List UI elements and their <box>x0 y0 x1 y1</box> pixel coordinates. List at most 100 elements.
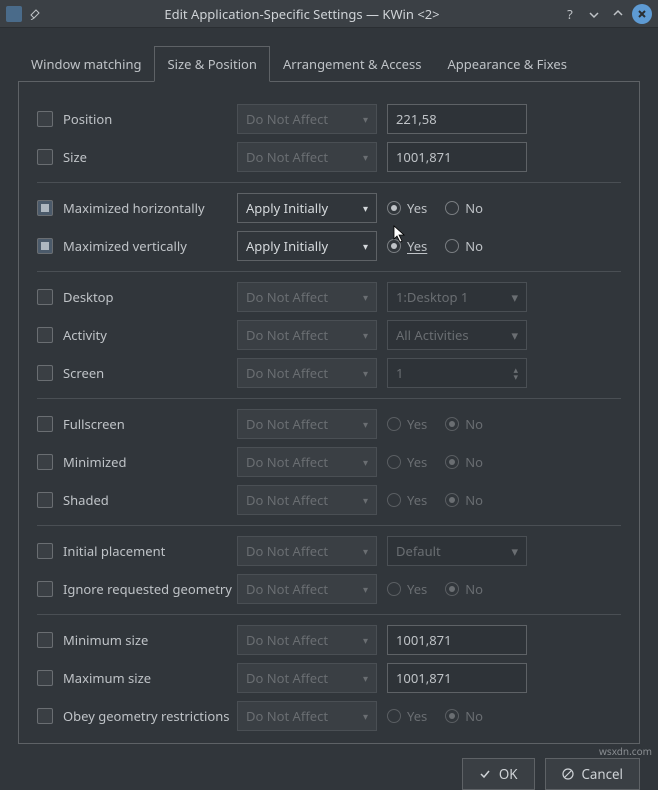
close-button[interactable] <box>632 4 652 24</box>
max-size-mode-select[interactable]: Do Not Affect▾ <box>237 663 377 693</box>
size-mode-select[interactable]: Do Not Affect▾ <box>237 142 377 172</box>
chevron-down-icon: ▾ <box>363 201 368 215</box>
row-shaded: Shaded Do Not Affect▾ Yes No <box>37 481 621 519</box>
cancel-button[interactable]: Cancel <box>545 758 641 790</box>
max-v-checkbox[interactable] <box>37 238 53 254</box>
chevron-down-icon: ▾ <box>363 239 368 253</box>
window-title: Edit Application-Specific Settings — KWi… <box>48 5 556 23</box>
spinner-icon: ▴▾ <box>513 366 518 380</box>
ignore-geom-mode-select[interactable]: Do Not Affect▾ <box>237 574 377 604</box>
row-activity: Activity Do Not Affect▾ All Activities▾ <box>37 316 621 354</box>
titlebar: Edit Application-Specific Settings — KWi… <box>0 0 658 28</box>
max-h-no-radio[interactable]: No <box>445 199 483 217</box>
tab-appearance-fixes[interactable]: Appearance & Fixes <box>434 46 579 82</box>
row-max-size: Maximum size Do Not Affect▾ 1001,871 <box>37 659 621 697</box>
shaded-mode-select[interactable]: Do Not Affect▾ <box>237 485 377 515</box>
max-size-checkbox[interactable] <box>37 670 53 686</box>
screen-value-spin[interactable]: 1▴▾ <box>387 358 527 388</box>
min-size-value[interactable]: 1001,871 <box>387 625 527 655</box>
obey-geom-yes-radio[interactable]: Yes <box>387 707 427 725</box>
initial-placement-mode-select[interactable]: Do Not Affect▾ <box>237 536 377 566</box>
obey-geom-checkbox[interactable] <box>37 708 53 724</box>
max-h-checkbox[interactable] <box>37 200 53 216</box>
minimized-yes-radio[interactable]: Yes <box>387 453 427 471</box>
maximize-button[interactable] <box>608 4 628 24</box>
fullscreen-no-radio[interactable]: No <box>445 415 483 433</box>
tab-bar: Window matching Size & Position Arrangem… <box>18 46 640 82</box>
minimized-no-radio[interactable]: No <box>445 453 483 471</box>
obey-geom-mode-select[interactable]: Do Not Affect▾ <box>237 701 377 731</box>
fullscreen-yes-radio[interactable]: Yes <box>387 415 427 433</box>
minimize-button[interactable] <box>584 4 604 24</box>
screen-label: Screen <box>63 364 104 382</box>
ignore-geom-no-radio[interactable]: No <box>445 580 483 598</box>
activity-value-select[interactable]: All Activities▾ <box>387 320 527 350</box>
tab-size-position[interactable]: Size & Position <box>154 46 269 82</box>
chevron-down-icon: ▾ <box>511 542 518 560</box>
activity-mode-select[interactable]: Do Not Affect▾ <box>237 320 377 350</box>
max-size-label: Maximum size <box>63 669 151 687</box>
shaded-label: Shaded <box>63 491 109 509</box>
position-checkbox[interactable] <box>37 111 53 127</box>
row-screen: Screen Do Not Affect▾ 1▴▾ <box>37 354 621 392</box>
minimized-mode-select[interactable]: Do Not Affect▾ <box>237 447 377 477</box>
max-v-mode-select[interactable]: Apply Initially▾ <box>237 231 377 261</box>
ignore-geom-yes-radio[interactable]: Yes <box>387 580 427 598</box>
position-value[interactable]: 221,58 <box>387 104 527 134</box>
obey-geom-label: Obey geometry restrictions <box>63 707 229 725</box>
help-button[interactable]: ? <box>560 4 580 24</box>
size-value[interactable]: 1001,871 <box>387 142 527 172</box>
shaded-checkbox[interactable] <box>37 492 53 508</box>
position-mode-select[interactable]: Do Not Affect▾ <box>237 104 377 134</box>
row-position: Position Do Not Affect▾ 221,58 <box>37 100 621 138</box>
max-v-yes-radio[interactable]: Yes <box>387 237 427 255</box>
size-checkbox[interactable] <box>37 149 53 165</box>
chevron-down-icon: ▾ <box>363 633 368 647</box>
chevron-down-icon: ▾ <box>511 288 518 306</box>
row-ignore-geom: Ignore requested geometry Do Not Affect▾… <box>37 570 621 608</box>
minimized-checkbox[interactable] <box>37 454 53 470</box>
chevron-down-icon: ▾ <box>363 671 368 685</box>
max-h-mode-select[interactable]: Apply Initially▾ <box>237 193 377 223</box>
shaded-no-radio[interactable]: No <box>445 491 483 509</box>
max-v-no-radio[interactable]: No <box>445 237 483 255</box>
tab-arrangement-access[interactable]: Arrangement & Access <box>270 46 435 82</box>
separator <box>37 182 621 183</box>
desktop-checkbox[interactable] <box>37 289 53 305</box>
chevron-down-icon: ▾ <box>363 150 368 164</box>
pin-icon[interactable] <box>28 7 42 21</box>
tab-window-matching[interactable]: Window matching <box>18 46 154 82</box>
desktop-value-select[interactable]: 1:Desktop 1▾ <box>387 282 527 312</box>
desktop-mode-select[interactable]: Do Not Affect▾ <box>237 282 377 312</box>
watermark: wsxdn.com <box>599 744 652 758</box>
fullscreen-mode-select[interactable]: Do Not Affect▾ <box>237 409 377 439</box>
chevron-down-icon: ▾ <box>511 326 518 344</box>
chevron-down-icon: ▾ <box>363 544 368 558</box>
screen-mode-select[interactable]: Do Not Affect▾ <box>237 358 377 388</box>
shaded-yes-radio[interactable]: Yes <box>387 491 427 509</box>
row-minimized: Minimized Do Not Affect▾ Yes No <box>37 443 621 481</box>
row-max-h: Maximized horizontally Apply Initially▾ … <box>37 189 621 227</box>
row-size: Size Do Not Affect▾ 1001,871 <box>37 138 621 176</box>
fullscreen-checkbox[interactable] <box>37 416 53 432</box>
size-label: Size <box>63 148 87 166</box>
chevron-down-icon: ▾ <box>363 366 368 380</box>
chevron-down-icon: ▾ <box>363 290 368 304</box>
row-min-size: Minimum size Do Not Affect▾ 1001,871 <box>37 621 621 659</box>
initial-placement-checkbox[interactable] <box>37 543 53 559</box>
obey-geom-no-radio[interactable]: No <box>445 707 483 725</box>
activity-checkbox[interactable] <box>37 327 53 343</box>
min-size-checkbox[interactable] <box>37 632 53 648</box>
min-size-label: Minimum size <box>63 631 148 649</box>
max-h-yes-radio[interactable]: Yes <box>387 199 427 217</box>
desktop-label: Desktop <box>63 288 114 306</box>
separator <box>37 525 621 526</box>
separator <box>37 271 621 272</box>
initial-placement-value-select[interactable]: Default▾ <box>387 536 527 566</box>
min-size-mode-select[interactable]: Do Not Affect▾ <box>237 625 377 655</box>
dialog-footer: OK Cancel <box>0 758 658 790</box>
screen-checkbox[interactable] <box>37 365 53 381</box>
max-size-value[interactable]: 1001,871 <box>387 663 527 693</box>
ignore-geom-checkbox[interactable] <box>37 581 53 597</box>
ok-button[interactable]: OK <box>462 758 535 790</box>
